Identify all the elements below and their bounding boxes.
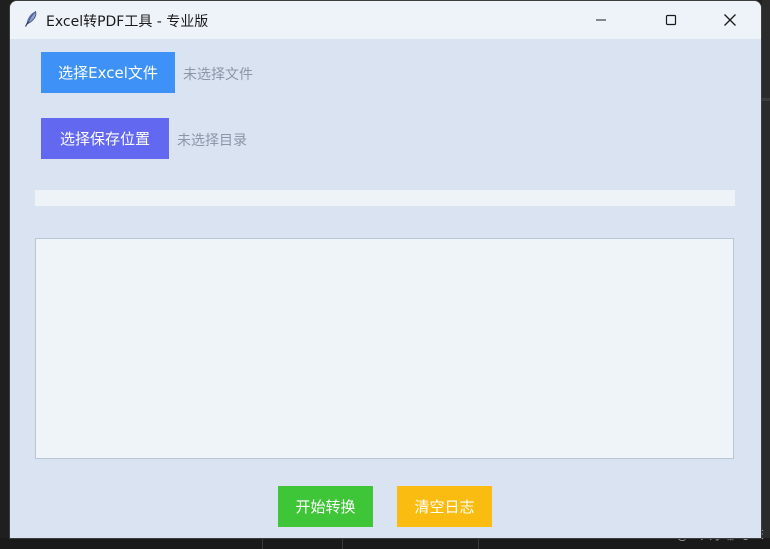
desktop-divider: [262, 538, 263, 549]
progress-bar: [35, 190, 735, 206]
desktop-divider: [478, 538, 479, 549]
feather-icon: [22, 10, 40, 28]
window-title: Excel转PDF工具 - 专业版: [46, 14, 209, 30]
clear-log-button[interactable]: 清空日志: [397, 486, 492, 527]
selected-directory-label: 未选择目录: [177, 133, 247, 149]
desktop-background-right: [762, 0, 770, 549]
close-icon: [723, 13, 737, 27]
minimize-button[interactable]: [578, 1, 624, 39]
app-window: Excel转PDF工具 - 专业版 选择Excel文件 未选择文件 选择保存位置…: [10, 1, 761, 538]
maximize-button[interactable]: [648, 1, 694, 39]
close-button[interactable]: [707, 1, 753, 39]
title-bar[interactable]: Excel转PDF工具 - 专业版: [10, 1, 761, 39]
minimize-icon: [595, 14, 607, 26]
log-textarea[interactable]: [35, 238, 734, 459]
desktop-divider: [342, 538, 343, 549]
selected-file-label: 未选择文件: [183, 67, 253, 83]
maximize-icon: [665, 14, 677, 26]
select-excel-button[interactable]: 选择Excel文件: [41, 52, 175, 93]
desktop-background-line: [762, 98, 770, 101]
select-save-location-button[interactable]: 选择保存位置: [41, 118, 169, 159]
start-conversion-button[interactable]: 开始转换: [278, 486, 373, 527]
